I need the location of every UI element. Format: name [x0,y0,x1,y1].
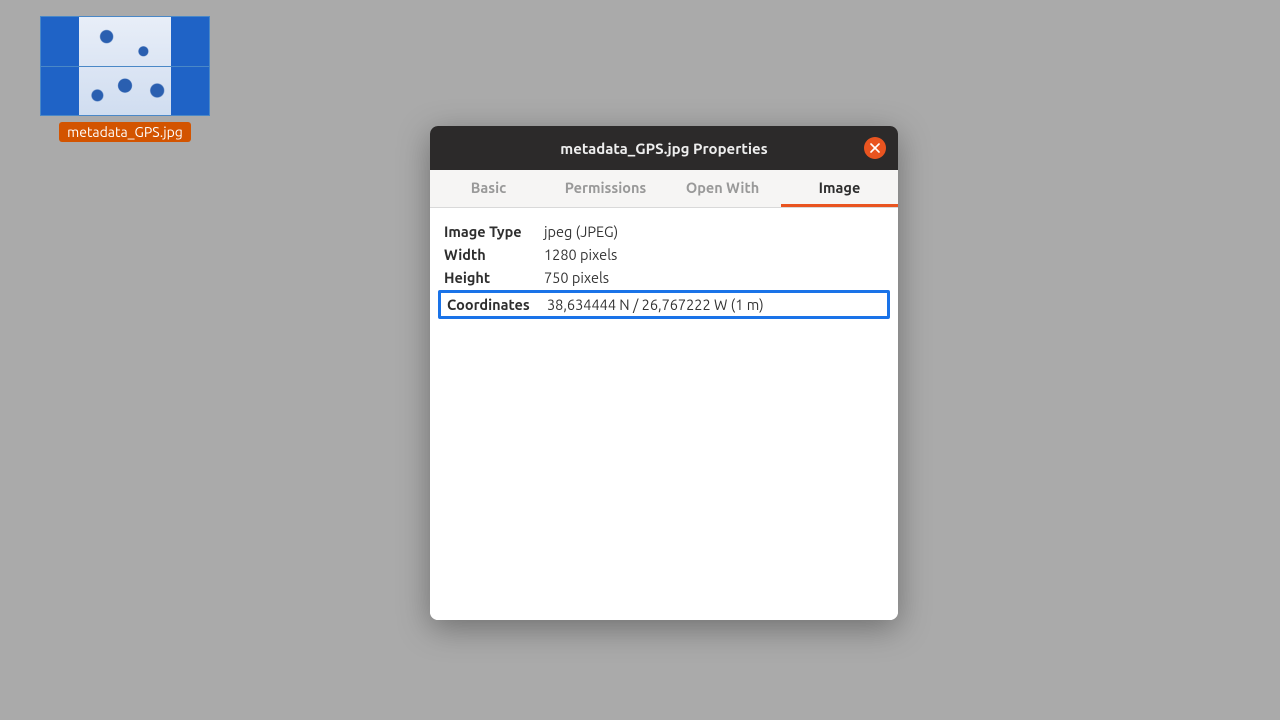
dialog-title: metadata_GPS.jpg Properties [560,140,767,157]
value-height: 750 pixels [544,269,884,286]
tab-basic[interactable]: Basic [430,170,547,207]
tab-bar: Basic Permissions Open With Image [430,170,898,208]
properties-dialog: metadata_GPS.jpg Properties Basic Permis… [430,126,898,620]
label-width: Width [444,246,544,263]
row-image-type: Image Type jpeg (JPEG) [444,220,884,243]
row-width: Width 1280 pixels [444,243,884,266]
value-coordinates: 38,634444 N / 26,767222 W (1 m) [547,296,881,313]
value-width: 1280 pixels [544,246,884,263]
close-button[interactable] [864,137,886,159]
dialog-titlebar[interactable]: metadata_GPS.jpg Properties [430,126,898,170]
label-image-type: Image Type [444,223,544,240]
label-height: Height [444,269,544,286]
row-coordinates: Coordinates 38,634444 N / 26,767222 W (1… [438,290,890,319]
dialog-body: Image Type jpeg (JPEG) Width 1280 pixels… [430,208,898,620]
tab-image[interactable]: Image [781,170,898,207]
file-label: metadata_GPS.jpg [59,122,191,142]
value-image-type: jpeg (JPEG) [544,223,884,240]
file-thumbnail [40,16,210,116]
close-icon [870,143,880,153]
row-height: Height 750 pixels [444,266,884,289]
tab-open-with[interactable]: Open With [664,170,781,207]
desktop-file-icon[interactable]: metadata_GPS.jpg [40,16,210,142]
tab-permissions[interactable]: Permissions [547,170,664,207]
label-coordinates: Coordinates [447,296,547,313]
